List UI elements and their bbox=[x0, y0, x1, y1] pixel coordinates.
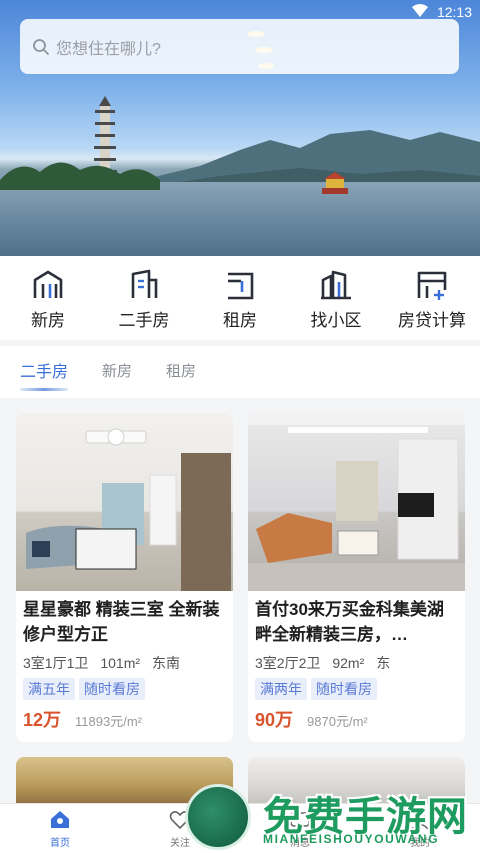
quick-nav: 新房 二手房 租房 找小区 房贷计算 bbox=[0, 256, 480, 340]
quick-nav-new-house[interactable]: 新房 bbox=[0, 256, 96, 340]
listing-card[interactable]: 首付30来万买金科集美湖畔全新精装三房，… 3室2厅2卫 92m² 东 满两年 随时… bbox=[248, 413, 465, 742]
rent-icon bbox=[228, 272, 254, 300]
quick-nav-label: 二手房 bbox=[118, 311, 170, 330]
bottom-nav-label: 首页 bbox=[50, 838, 70, 849]
bottom-nav-label: 我的 bbox=[410, 838, 430, 849]
listing-meta: 3室1厅1卫 101m² 东南 bbox=[16, 649, 233, 673]
listing-price: 90万 9870元/m² bbox=[248, 700, 465, 742]
unit-price: 9870元/m² bbox=[307, 714, 368, 729]
bottom-nav: 首页 关注 消息 我的 bbox=[0, 803, 480, 853]
listing-price: 12万 11893元/m² bbox=[16, 700, 233, 742]
listing-layout: 3室2厅2卫 bbox=[255, 655, 321, 671]
listing-tag: 满五年 bbox=[23, 678, 75, 700]
second-hand-house-icon bbox=[131, 269, 158, 298]
total-price: 90万 bbox=[255, 710, 294, 730]
quick-nav-label: 找小区 bbox=[310, 311, 362, 330]
home-icon bbox=[51, 811, 69, 828]
search-icon bbox=[33, 38, 49, 55]
bottom-nav-profile[interactable]: 我的 bbox=[360, 804, 480, 853]
listing-tag: 随时看房 bbox=[311, 678, 377, 700]
bottom-nav-follow[interactable]: 关注 bbox=[120, 804, 240, 853]
search-placeholder: 您想住在哪儿? bbox=[56, 40, 161, 58]
listing-tags: 满五年 随时看房 bbox=[16, 673, 233, 700]
heart-icon bbox=[169, 811, 191, 830]
listing-orientation: 东 bbox=[376, 655, 391, 671]
quick-nav-rent[interactable]: 租房 bbox=[192, 256, 288, 340]
new-house-icon bbox=[33, 270, 63, 298]
listing-title: 星星豪都 精装三室 全新装修户型方正 bbox=[23, 600, 220, 644]
listing-card-partial[interactable] bbox=[16, 757, 233, 805]
bottom-nav-label: 关注 bbox=[170, 838, 190, 849]
bottom-nav-messages[interactable]: 消息 bbox=[240, 804, 360, 853]
listing-tag: 满两年 bbox=[255, 678, 307, 700]
listing-title: 首付30来万买金科集美湖畔全新精装三房，… bbox=[255, 600, 444, 644]
search-bar[interactable]: 您想住在哪儿? bbox=[20, 19, 459, 74]
hero-banner[interactable]: 12:13 您想住在哪儿? bbox=[0, 0, 480, 256]
listing-photo bbox=[248, 413, 465, 591]
lake-water bbox=[0, 182, 480, 256]
listing-tags: 满两年 随时看房 bbox=[248, 673, 465, 700]
quick-nav-second-hand[interactable]: 二手房 bbox=[96, 256, 192, 340]
quick-nav-mortgage[interactable]: 房贷计算 bbox=[384, 256, 480, 340]
bottom-nav-label: 消息 bbox=[290, 838, 310, 849]
listing-orientation: 东南 bbox=[152, 655, 181, 671]
quick-nav-label: 新房 bbox=[31, 311, 65, 330]
listing-tag: 随时看房 bbox=[79, 678, 145, 700]
total-price: 12万 bbox=[23, 710, 62, 730]
message-icon bbox=[290, 812, 310, 827]
listing-area: 92m² bbox=[332, 655, 365, 671]
trees-image bbox=[0, 162, 160, 190]
listing-layout: 3室1厅1卫 bbox=[23, 655, 89, 671]
status-time: 12:13 bbox=[436, 4, 472, 20]
quick-nav-label: 房贷计算 bbox=[398, 311, 466, 330]
listing-card-partial[interactable] bbox=[248, 757, 465, 805]
listing-meta: 3室2厅2卫 92m² 东 bbox=[248, 649, 465, 673]
tab-new-house[interactable]: 新房 bbox=[102, 360, 132, 385]
profile-icon bbox=[411, 812, 429, 830]
quick-nav-label: 租房 bbox=[223, 311, 257, 330]
bottom-nav-home[interactable]: 首页 bbox=[0, 804, 120, 853]
boat-image bbox=[322, 172, 348, 194]
wifi-icon bbox=[412, 4, 428, 17]
listing-tabs: 二手房 新房 租房 bbox=[0, 346, 480, 398]
listing-card[interactable]: 星星豪都 精装三室 全新装修户型方正 3室1厅1卫 101m² 东南 满五年 随时看… bbox=[16, 413, 233, 742]
mortgage-calculator-icon bbox=[417, 271, 447, 300]
listing-area: 101m² bbox=[100, 655, 141, 671]
tab-rent[interactable]: 租房 bbox=[166, 360, 196, 385]
listing-photo bbox=[16, 413, 233, 591]
unit-price: 11893元/m² bbox=[75, 714, 142, 729]
quick-nav-community[interactable]: 找小区 bbox=[288, 256, 384, 340]
community-icon bbox=[321, 270, 351, 300]
tab-second-hand[interactable]: 二手房 bbox=[20, 358, 69, 391]
